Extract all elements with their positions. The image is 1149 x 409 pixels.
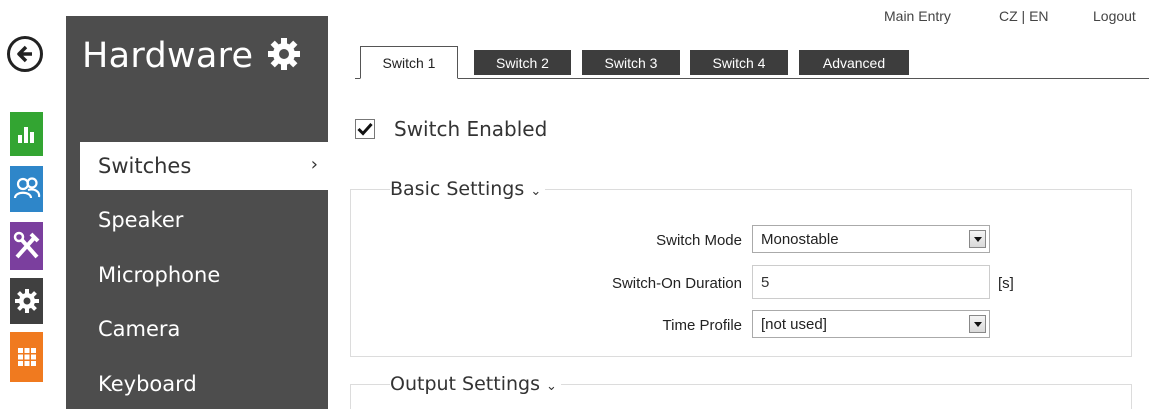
hardware-menu-button[interactable] xyxy=(10,222,43,270)
dropdown-arrow-icon xyxy=(969,315,986,333)
time-profile-label: Time Profile xyxy=(662,317,742,334)
dropdown-arrow-icon xyxy=(969,230,986,248)
services-grid-icon xyxy=(17,348,36,366)
switch-mode-label: Switch Mode xyxy=(656,232,742,249)
back-button[interactable] xyxy=(7,36,43,72)
switch-enabled-label: Switch Enabled xyxy=(394,117,548,141)
sidebar-item-keyboard[interactable]: Keyboard xyxy=(66,360,328,408)
tools-icon xyxy=(13,231,39,259)
users-icon xyxy=(13,177,40,199)
back-arrow-icon xyxy=(17,45,32,63)
tab-switch-1[interactable]: Switch 1 xyxy=(360,46,458,79)
duration-unit: [s] xyxy=(998,275,1014,292)
switch-on-duration-input[interactable] xyxy=(752,265,990,299)
sidebar-item-label: Camera xyxy=(98,317,181,341)
tab-switch-3[interactable]: Switch 3 xyxy=(582,50,680,75)
directory-menu-button[interactable] xyxy=(10,166,43,212)
tab-advanced[interactable]: Advanced xyxy=(799,50,909,75)
select-value: Monostable xyxy=(761,230,839,248)
section-title: Output Settings xyxy=(390,373,540,395)
language-switch-link[interactable]: CZ | EN xyxy=(999,8,1049,24)
switch-on-duration-label: Switch-On Duration xyxy=(611,275,742,292)
time-profile-select[interactable]: [not used] xyxy=(752,310,990,338)
gear-icon xyxy=(14,289,39,313)
sidebar-item-microphone[interactable]: Microphone xyxy=(66,251,328,299)
sidebar-item-label: Microphone xyxy=(98,263,221,287)
services-menu-button[interactable] xyxy=(10,332,43,382)
switch-enabled-checkbox[interactable] xyxy=(355,119,375,139)
gear-icon xyxy=(268,38,300,70)
logout-link[interactable]: Logout xyxy=(1093,8,1136,24)
tab-switch-4[interactable]: Switch 4 xyxy=(690,50,788,75)
switch-mode-select[interactable]: Monostable xyxy=(752,225,990,253)
sidebar-title: Hardware xyxy=(82,36,254,76)
status-chart-icon xyxy=(17,127,34,143)
sidebar-item-label: Speaker xyxy=(98,208,184,232)
tab-switch-2[interactable]: Switch 2 xyxy=(474,50,571,75)
chevron-down-icon: ⌄ xyxy=(546,379,557,394)
status-menu-button[interactable] xyxy=(10,112,43,156)
section-title: Basic Settings xyxy=(390,178,525,200)
checkmark-icon xyxy=(357,122,373,136)
output-settings-toggle[interactable]: Output Settings ⌄ xyxy=(390,373,561,395)
sidebar-item-camera[interactable]: Camera xyxy=(66,305,328,353)
sidebar-item-speaker[interactable]: Speaker xyxy=(66,196,328,244)
sidebar-item-label: Switches xyxy=(98,154,192,178)
basic-settings-toggle[interactable]: Basic Settings ⌄ xyxy=(390,178,546,200)
select-value: [not used] xyxy=(761,315,827,333)
sidebar-item-label: Keyboard xyxy=(98,372,197,396)
settings-menu-button[interactable] xyxy=(10,278,43,324)
tabs-divider xyxy=(355,78,1149,79)
sidebar-item-switches[interactable]: Switches › xyxy=(80,142,328,190)
chevron-right-icon: › xyxy=(310,154,318,175)
chevron-down-icon: ⌄ xyxy=(530,184,542,199)
main-entry-link[interactable]: Main Entry xyxy=(884,8,951,24)
